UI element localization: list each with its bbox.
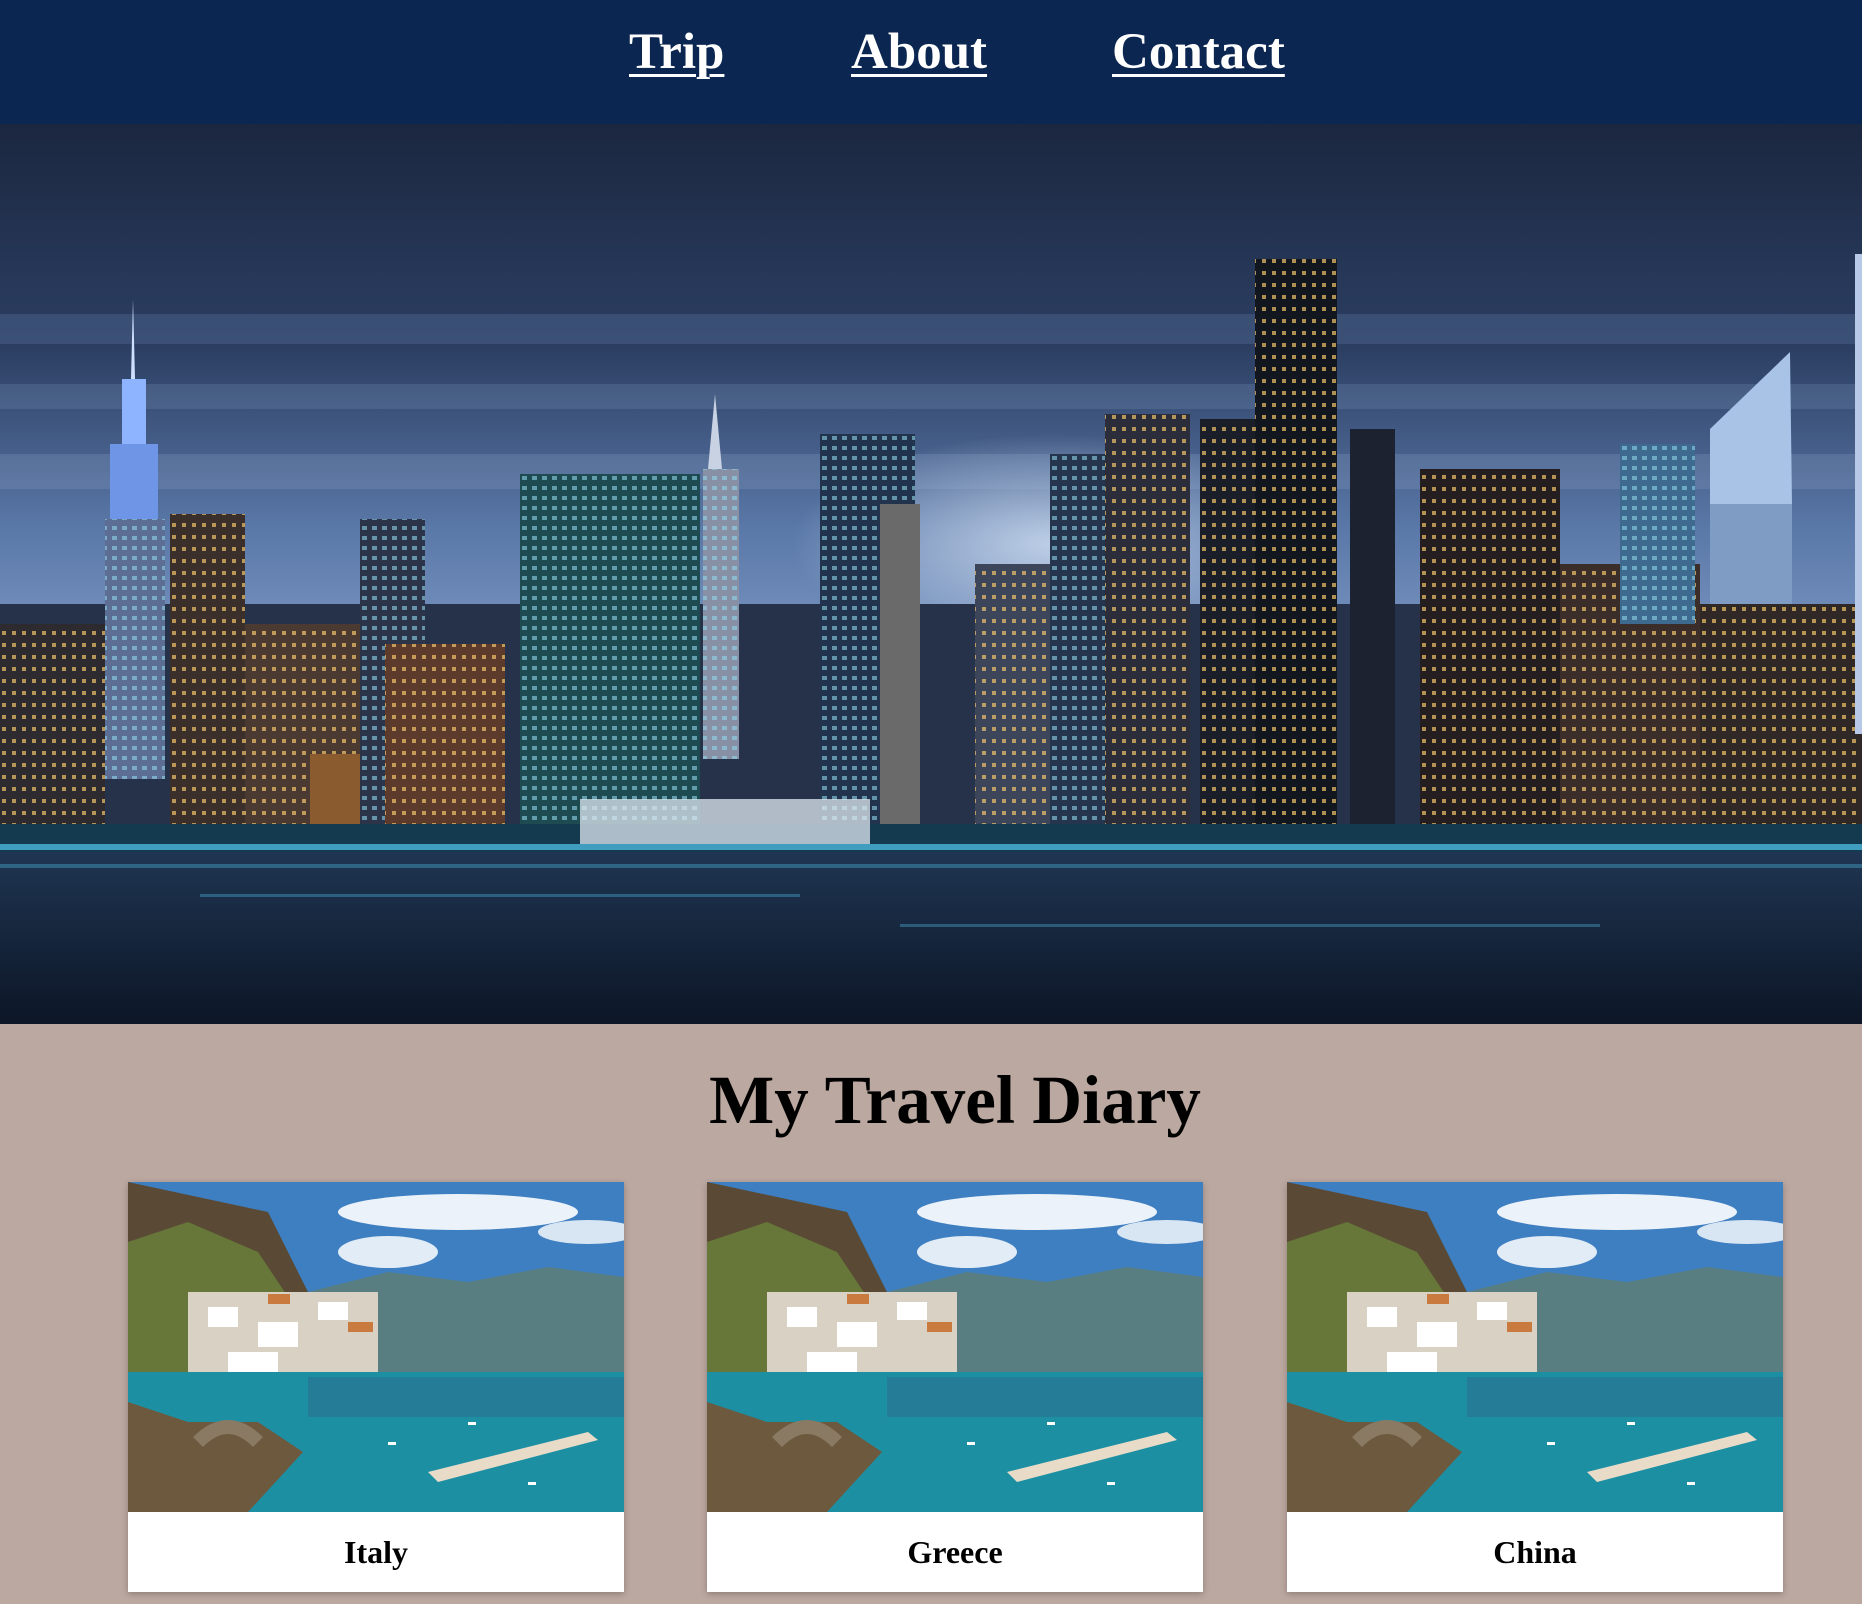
coastal-village-image — [707, 1182, 1203, 1512]
destination-card-greece[interactable]: Greece — [707, 1182, 1203, 1592]
coastal-village-image — [128, 1182, 624, 1512]
card-label-italy: Italy — [344, 1534, 408, 1570]
nav-link-contact[interactable]: Contact — [1112, 22, 1285, 82]
coastal-village-image — [1287, 1182, 1783, 1512]
page-title: My Travel Diary — [709, 1062, 1201, 1138]
hero-city-skyline-image — [0, 124, 1862, 1024]
nav-link-about[interactable]: About — [851, 22, 987, 82]
card-label-greece: Greece — [907, 1534, 1003, 1570]
destination-card-china[interactable]: China — [1287, 1182, 1783, 1592]
destination-card-italy[interactable]: Italy — [128, 1182, 624, 1592]
card-label-china: China — [1493, 1534, 1577, 1570]
top-navbar: Trip About Contact — [0, 0, 1862, 124]
nav-link-trip[interactable]: Trip — [629, 22, 724, 82]
